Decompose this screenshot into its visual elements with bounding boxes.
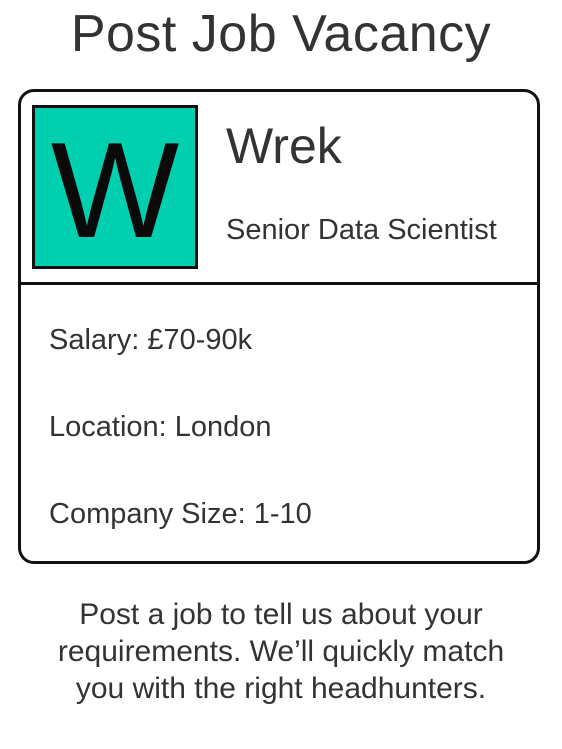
description-line: you with the right headhunters. bbox=[75, 672, 487, 705]
description-text: Post a job to tell us about your require… bbox=[20, 596, 542, 707]
company-logo: W bbox=[32, 105, 198, 269]
description-line: Post a job to tell us about your bbox=[79, 598, 483, 631]
job-card-header: W Wrek Senior Data Scientist bbox=[21, 92, 537, 285]
description-line: requirements. We’ll quickly match bbox=[57, 635, 505, 668]
company-logo-letter: W bbox=[50, 114, 180, 266]
company-size-detail: Company Size: 1-10 bbox=[49, 498, 312, 530]
company-name: Wrek bbox=[226, 118, 342, 174]
location-detail: Location: London bbox=[49, 411, 272, 443]
page-title: Post Job Vacancy bbox=[70, 5, 492, 63]
salary-detail: Salary: £70-90k bbox=[49, 324, 253, 356]
job-card[interactable]: W Wrek Senior Data Scientist Salary: £70… bbox=[18, 89, 540, 564]
job-title: Senior Data Scientist bbox=[226, 214, 497, 246]
